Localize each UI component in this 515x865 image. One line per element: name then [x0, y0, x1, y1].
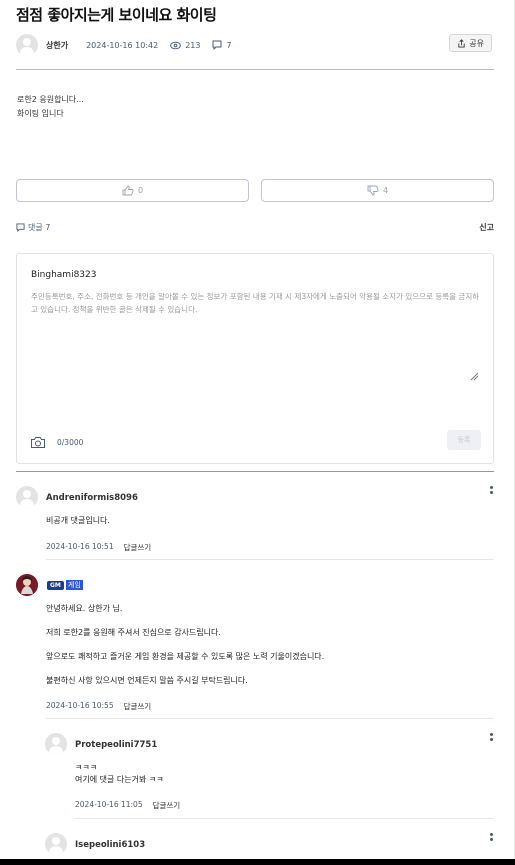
comment-date: 2024-10-16 10:51 [46, 542, 114, 551]
comment-text: ㅋㅋㅋ [75, 763, 98, 772]
comment-text: 불편하신 사항 있으시면 언제든지 말씀 주시길 부탁드립니다. [46, 676, 248, 685]
compose-username: Binghami8323 [31, 270, 97, 280]
comment-compose-box: Binghami8323 주민등록번호, 주소, 전화번호 등 개인을 알아볼 … [16, 253, 494, 464]
views-value: 213 [185, 40, 201, 50]
thumbs-down-icon [367, 185, 379, 196]
views-count: 213 [170, 41, 200, 50]
comment-divider [75, 818, 494, 819]
comment-date: 2024-10-16 10:55 [46, 701, 114, 710]
post-author[interactable]: 상한가 [46, 40, 68, 51]
comments-divider [16, 471, 494, 472]
bottom-edge [0, 859, 515, 865]
downvote-count: 4 [382, 186, 389, 195]
comment-icon [16, 223, 25, 232]
submit-comment-button[interactable]: 등록 [447, 430, 481, 450]
post-meta: 상한가 2024-10-16 10:42 213 7 [16, 34, 244, 56]
reply-button[interactable]: 답글쓰기 [124, 542, 152, 553]
more-options-icon[interactable] [490, 486, 494, 496]
post-title: 점점 좋아지는게 보이네요 화이팅 [16, 6, 217, 24]
comment-divider [46, 559, 494, 560]
comment-icon [212, 40, 222, 50]
comment-text: 저희 로한2를 응원해 주셔서 진심으로 감사드립니다. [46, 628, 221, 637]
comment-divider [46, 718, 494, 719]
comments-count-label: 댓글 7 [16, 222, 50, 233]
share-icon [458, 38, 465, 48]
comments-count: 7 [212, 40, 232, 50]
post-date: 2024-10-16 10:42 [86, 40, 159, 50]
title-divider [16, 69, 494, 70]
comment-author[interactable]: 게임 [65, 580, 83, 590]
comments-header: 댓글 7 신고 [16, 222, 494, 233]
comment-author[interactable]: Isepeolini6103 [75, 840, 145, 850]
more-options-icon[interactable] [490, 733, 494, 743]
comment-date: 2024-10-16 11:05 [75, 800, 143, 809]
share-button[interactable]: 공유 [449, 34, 492, 52]
resize-handle-icon[interactable] [470, 372, 479, 381]
camera-icon[interactable] [30, 436, 46, 449]
report-button[interactable]: 신고 [479, 222, 494, 233]
comment-meta: 2024-10-16 10:51 답글쓰기 [46, 542, 151, 553]
upvote-count: 0 [137, 186, 144, 195]
comment-text: 안녕하세요. 상한가 님. [46, 604, 123, 613]
avatar[interactable] [45, 733, 67, 755]
comment-meta: 2024-10-16 10:55 답글쓰기 [46, 701, 151, 712]
comment-author[interactable]: Protepeolini7751 [75, 740, 157, 750]
author-avatar[interactable] [16, 34, 38, 56]
avatar[interactable] [45, 833, 67, 855]
post-body-line: 로한2 응원합니다... [17, 95, 84, 104]
gm-character-icon [16, 574, 38, 596]
comments-value: 7 [226, 40, 232, 50]
comments-header-text: 댓글 7 [28, 223, 51, 232]
gm-tag: GM [47, 580, 64, 590]
post-body-line: 화이팅 입니다 [17, 109, 64, 118]
post-page: 점점 좋아지는게 보이네요 화이팅 상한가 2024-10-16 10:42 2… [0, 0, 515, 865]
more-options-icon[interactable] [490, 833, 494, 843]
comment-text: 비공개 댓글입니다. [46, 516, 110, 525]
reply-button[interactable]: 답글쓰기 [124, 701, 152, 712]
thumbs-up-icon [122, 185, 134, 196]
comment-author[interactable]: Andreniformis8096 [46, 493, 138, 503]
upvote-button[interactable]: 0 [16, 179, 249, 202]
comment-text: 앞으로도 쾌적하고 즐거운 게임 환경을 제공할 수 있도록 많은 노력 기울이… [46, 652, 325, 661]
downvote-button[interactable]: 4 [261, 179, 494, 202]
avatar[interactable] [16, 486, 38, 508]
comment-input[interactable]: 주민등록번호, 주소, 전화번호 등 개인을 알아볼 수 있는 정보가 포함된 … [31, 290, 481, 316]
gm-avatar[interactable] [16, 574, 38, 596]
post-body: 로한2 응원합니다... 화이팅 입니다 [17, 93, 84, 121]
gm-badge: GM 게임 [47, 580, 83, 590]
comment-text: 여기에 댓글 다는거봐 ㅋㅋ [75, 775, 164, 784]
reply-button[interactable]: 답글쓰기 [153, 800, 181, 811]
share-label: 공유 [469, 38, 484, 48]
char-counter: 0/3000 [57, 438, 84, 447]
comment-meta: 2024-10-16 11:05 답글쓰기 [75, 800, 180, 811]
eye-icon [170, 41, 182, 49]
